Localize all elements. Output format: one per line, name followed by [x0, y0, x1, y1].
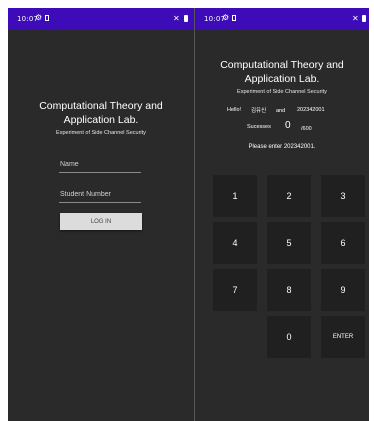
status-bar: 10:07 ⚙ ✕ — [195, 8, 369, 30]
enter-button[interactable]: ENTER — [321, 316, 365, 358]
sim-icon — [45, 15, 49, 21]
key-2[interactable]: 2 — [267, 175, 311, 217]
success-total: /600 — [301, 126, 312, 132]
student-number: 202342001 — [297, 107, 325, 113]
app-title-line2: Application Lab. — [244, 73, 320, 85]
app-title-line1: Computational Theory and — [220, 59, 344, 71]
key-5[interactable]: 5 — [267, 222, 311, 264]
key-0[interactable]: 0 — [267, 316, 311, 358]
app-title-line1: Computational Theory and — [39, 100, 163, 112]
key-8[interactable]: 8 — [267, 269, 311, 311]
sim-icon — [232, 15, 236, 21]
login-screen: 10:07 ⚙ ✕ Computational Theory and Appli… — [8, 8, 194, 421]
key-7[interactable]: 7 — [213, 269, 257, 311]
app-title-line2: Application Lab. — [63, 114, 139, 126]
student-number-input[interactable] — [59, 185, 141, 204]
key-4[interactable]: 4 — [213, 222, 257, 264]
battery-icon — [184, 15, 188, 22]
app-subtitle: Experiment of Side Channel Security — [237, 89, 327, 95]
key-9[interactable]: 9 — [321, 269, 365, 311]
gear-icon: ⚙ — [35, 13, 43, 22]
mute-icon: ✕ — [173, 14, 180, 23]
name-input[interactable] — [59, 155, 141, 174]
success-count: 0 — [285, 120, 291, 131]
hello-label: Hello! — [227, 107, 242, 113]
student-number-field[interactable] — [59, 183, 141, 204]
key-6[interactable]: 6 — [321, 222, 365, 264]
user-name: 김유신 — [251, 108, 267, 114]
login-button[interactable]: LOG IN — [60, 213, 142, 230]
status-bar: 10:07 ⚙ ✕ — [8, 8, 194, 30]
keypad-screen: 10:07 ⚙ ✕ Computational Theory and Appli… — [195, 8, 369, 421]
successes-label: Sucesses — [247, 124, 271, 130]
mute-icon: ✕ — [352, 14, 359, 23]
key-3[interactable]: 3 — [321, 175, 365, 217]
name-field[interactable] — [59, 153, 141, 174]
battery-icon — [362, 15, 366, 22]
and-label: and — [276, 108, 286, 114]
key-1[interactable]: 1 — [213, 175, 257, 217]
entry-prompt: Please enter 202342001. — [248, 144, 316, 150]
gear-icon: ⚙ — [222, 13, 230, 22]
app-subtitle: Experiment of Side Channel Security — [56, 130, 146, 136]
